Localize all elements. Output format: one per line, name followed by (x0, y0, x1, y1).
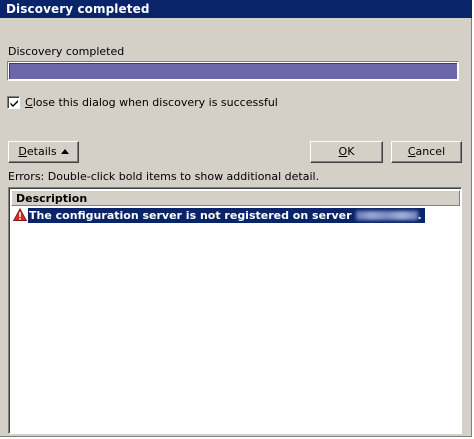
status-label: Discovery completed (8, 45, 125, 58)
details-label: etails (26, 145, 57, 158)
caret-up-icon (60, 149, 69, 154)
cancel-button[interactable]: Cancel (391, 141, 462, 163)
progress-fill (10, 64, 457, 79)
discovery-dialog: Discovery completed Discovery completed … (0, 0, 472, 437)
error-trailing: . (417, 209, 422, 222)
window-title: Discovery completed (6, 2, 150, 16)
close-dialog-accelerator: C (25, 96, 33, 109)
checkmark-icon (10, 100, 18, 107)
errors-label: Errors: Double-click bold items to show … (8, 170, 320, 183)
details-accelerator: D (18, 145, 27, 158)
ok-label: K (347, 145, 355, 158)
column-header-description[interactable]: Description (11, 190, 460, 206)
redacted-server-name (355, 211, 418, 220)
column-header-label: Description (16, 192, 88, 205)
progress-bar (7, 61, 459, 81)
close-dialog-label-text: lose this dialog when discovery is succe… (32, 96, 278, 109)
warning-icon (13, 208, 27, 221)
progress-track (9, 63, 457, 79)
errors-list[interactable]: Description The configuration server is … (8, 187, 462, 434)
title-bar: Discovery completed (0, 0, 472, 18)
cancel-label: ancel (415, 145, 446, 158)
ok-accelerator: O (338, 145, 348, 158)
cancel-accelerator: C (407, 145, 416, 158)
error-message: The configuration server is not register… (29, 209, 352, 222)
ok-button[interactable]: OK (310, 141, 383, 163)
close-dialog-label: Close this dialog when discovery is succ… (25, 96, 278, 109)
details-button[interactable]: Details (8, 141, 79, 163)
close-dialog-checkbox[interactable] (7, 96, 20, 109)
error-item-text: The configuration server is not register… (28, 208, 425, 223)
